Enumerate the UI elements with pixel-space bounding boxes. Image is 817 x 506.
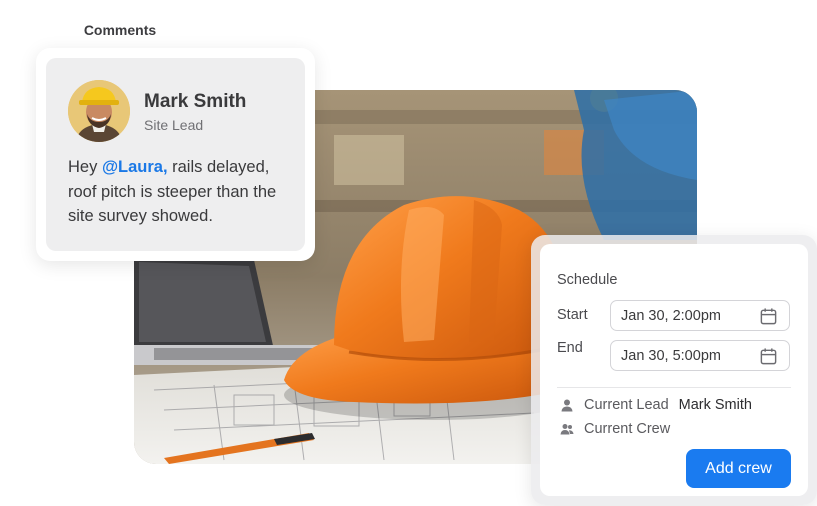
calendar-icon[interactable] bbox=[759, 347, 778, 366]
start-label: Start bbox=[557, 307, 588, 323]
current-crew-label: Current Crew bbox=[584, 421, 671, 437]
calendar-icon[interactable] bbox=[759, 307, 778, 326]
current-crew-row: Current Crew bbox=[560, 421, 670, 437]
group-icon bbox=[560, 424, 574, 435]
end-date-field[interactable]: Jan 30, 5:00pm bbox=[610, 340, 790, 371]
comments-tab[interactable]: Comments bbox=[66, 12, 174, 52]
schedule-card: Schedule Start Jan 30, 2:00pm End Jan 30… bbox=[540, 244, 808, 496]
current-lead-row: Current Lead Mark Smith bbox=[560, 397, 752, 413]
author-role: Site Lead bbox=[144, 117, 204, 133]
current-lead-label: Current Lead bbox=[584, 397, 669, 413]
end-label: End bbox=[557, 340, 583, 356]
current-lead-value: Mark Smith bbox=[678, 397, 752, 413]
avatar bbox=[68, 80, 130, 142]
comment-text-prefix: Hey bbox=[68, 158, 102, 176]
start-date-field[interactable]: Jan 30, 2:00pm bbox=[610, 300, 790, 331]
schedule-title: Schedule bbox=[557, 272, 618, 288]
comment-text: Hey @Laura, rails delayed, roof pitch is… bbox=[68, 155, 288, 229]
start-date-value: Jan 30, 2:00pm bbox=[621, 307, 721, 324]
person-icon bbox=[561, 399, 573, 412]
comments-tab-label: Comments bbox=[83, 22, 157, 38]
add-crew-button[interactable]: Add crew bbox=[686, 449, 791, 488]
end-date-value: Jan 30, 5:00pm bbox=[621, 347, 721, 364]
author-name: Mark Smith bbox=[144, 91, 247, 112]
schedule-panel: Schedule Start Jan 30, 2:00pm End Jan 30… bbox=[531, 235, 817, 505]
avatar-portrait-icon bbox=[68, 80, 130, 142]
comment-card: Mark Smith Site Lead Hey @Laura, rails d… bbox=[36, 48, 315, 261]
mention-link[interactable]: @Laura, bbox=[102, 158, 168, 176]
divider bbox=[557, 387, 791, 388]
comment-bubble: Mark Smith Site Lead Hey @Laura, rails d… bbox=[46, 58, 305, 251]
